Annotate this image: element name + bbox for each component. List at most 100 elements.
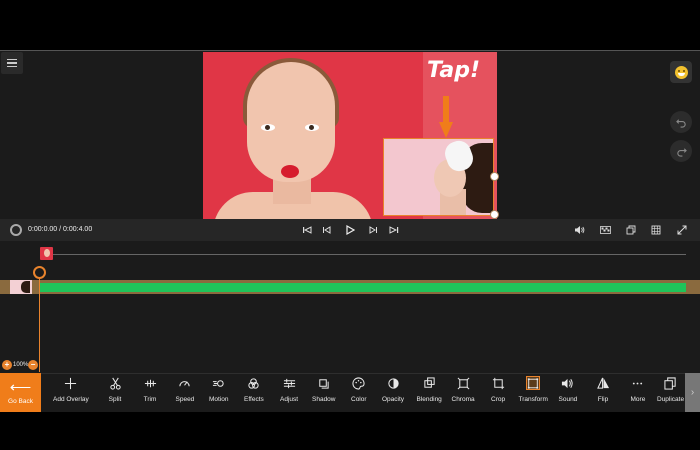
overlay-track-thumbnail[interactable]	[10, 280, 32, 294]
top-black-band	[0, 0, 700, 50]
top-divider	[0, 50, 700, 51]
video-start-thumbnail[interactable]	[40, 247, 53, 260]
tool-label: Shadow	[312, 396, 336, 403]
motion-icon	[212, 376, 226, 390]
tool-label: Chroma	[451, 396, 475, 403]
next-frame-icon	[369, 226, 377, 234]
tool-motion-button[interactable]: Motion	[209, 376, 229, 410]
opacity-icon	[386, 376, 400, 390]
play-icon	[346, 225, 355, 235]
overlay-clip-bar[interactable]	[40, 283, 686, 292]
zoom-in-button[interactable]: +	[2, 360, 12, 370]
video-preview[interactable]: Tap!	[203, 52, 497, 219]
grid-button[interactable]	[651, 225, 661, 235]
speedometer-icon	[178, 376, 192, 390]
scissors-icon	[108, 376, 122, 390]
skip-to-start-button[interactable]	[302, 225, 312, 235]
go-back-label: Go Back	[8, 398, 33, 405]
tool-label: Adjust	[280, 396, 299, 403]
smiley-icon	[674, 65, 688, 79]
copy-frame-button[interactable]	[626, 225, 636, 235]
time-display: 0:00:0.00 / 0:00:4.00	[28, 226, 93, 233]
resize-handle-right[interactable]	[490, 172, 499, 181]
tool-crop-button[interactable]: Crop	[491, 376, 505, 410]
playhead-line	[39, 277, 40, 372]
toolbar-scroll-right-button[interactable]: ›	[685, 373, 700, 412]
next-frame-button[interactable]	[368, 225, 378, 235]
tool-label: Duplicate	[657, 396, 685, 403]
effects-icon	[247, 376, 261, 390]
shadow-icon	[317, 376, 331, 390]
volume-button[interactable]	[574, 225, 585, 235]
plus-icon	[64, 376, 78, 390]
flip-icon	[596, 376, 610, 390]
photo-subject-eye	[261, 124, 275, 131]
tool-label: Add Overlay	[53, 396, 89, 403]
undo-button[interactable]	[670, 111, 692, 133]
sliders-icon	[282, 376, 296, 390]
tool-label: Blending	[416, 396, 442, 403]
tool-label: Flip	[597, 396, 609, 403]
tool-more-button[interactable]: More	[630, 376, 646, 410]
tool-label: More	[630, 396, 646, 403]
checkerboard-icon	[600, 226, 611, 234]
more-icon	[631, 376, 645, 390]
tap-overlay-text: Tap!	[427, 58, 481, 83]
tool-label: Speed	[175, 396, 195, 403]
menu-line	[7, 62, 17, 64]
menu-line	[7, 58, 17, 61]
tool-color-button[interactable]: Color	[351, 376, 367, 410]
expand-icon	[677, 225, 687, 235]
redo-button[interactable]	[670, 140, 692, 162]
transform-icon	[526, 376, 541, 390]
tool-label: Transform	[518, 396, 548, 403]
aspect-ratio-button[interactable]	[600, 225, 611, 235]
tool-shadow-button[interactable]: Shadow	[312, 376, 336, 410]
tool-adjust-button[interactable]: Adjust	[280, 376, 298, 410]
hamburger-menu-button[interactable]	[1, 52, 23, 74]
tool-label: Split	[108, 396, 122, 403]
tool-trim-button[interactable]: Trim	[143, 376, 157, 410]
previous-frame-icon	[323, 226, 331, 234]
tool-opacity-button[interactable]: Opacity	[382, 376, 404, 410]
tool-split-button[interactable]: Split	[108, 376, 122, 410]
bottom-toolbar	[0, 373, 700, 412]
trim-icon	[143, 376, 157, 390]
down-arrow-icon	[439, 96, 453, 138]
palette-icon	[352, 376, 366, 390]
go-back-button[interactable]: ⟵ Go Back	[0, 373, 41, 412]
tool-label: Color	[351, 396, 367, 403]
emoji-button[interactable]	[670, 61, 692, 83]
zoom-level: 100%	[13, 362, 29, 368]
speaker-icon	[561, 376, 575, 390]
tool-flip-button[interactable]: Flip	[596, 376, 610, 410]
menu-line	[7, 65, 17, 68]
overlay-image-clip[interactable]	[383, 138, 494, 216]
tool-chroma-button[interactable]: Chroma	[452, 376, 475, 410]
tool-label: Trim	[143, 396, 157, 403]
chroma-icon	[456, 376, 470, 390]
arrow-left-icon: ⟵	[9, 379, 32, 396]
tool-label: Sound	[558, 396, 578, 403]
timeline-ruler[interactable]	[53, 254, 686, 255]
play-button[interactable]	[345, 225, 355, 235]
tool-transform-button[interactable]: Transform	[519, 376, 548, 410]
tool-blending-button[interactable]: Blending	[417, 376, 442, 410]
skip-start-icon	[303, 226, 312, 234]
tool-sound-button[interactable]: Sound	[558, 376, 578, 410]
zoom-out-button[interactable]: −	[28, 360, 38, 370]
skip-to-end-button[interactable]	[389, 225, 399, 235]
photo-subject-lips	[281, 165, 299, 178]
tool-effects-button[interactable]: Effects	[244, 376, 264, 410]
previous-frame-button[interactable]	[322, 225, 332, 235]
tool-label: Crop	[491, 396, 506, 403]
resize-handle-bottom-right[interactable]	[490, 210, 499, 219]
playhead-handle[interactable]	[33, 266, 46, 279]
tool-speed-button[interactable]: Speed	[175, 376, 195, 410]
fullscreen-button[interactable]	[677, 225, 687, 235]
tool-label: Effects	[244, 396, 264, 403]
tool-add-overlay-button[interactable]: Add Overlay	[53, 376, 89, 410]
settings-icon[interactable]	[10, 224, 22, 236]
grid-icon	[651, 225, 661, 235]
tool-duplicate-button[interactable]: Duplicate	[657, 376, 684, 410]
